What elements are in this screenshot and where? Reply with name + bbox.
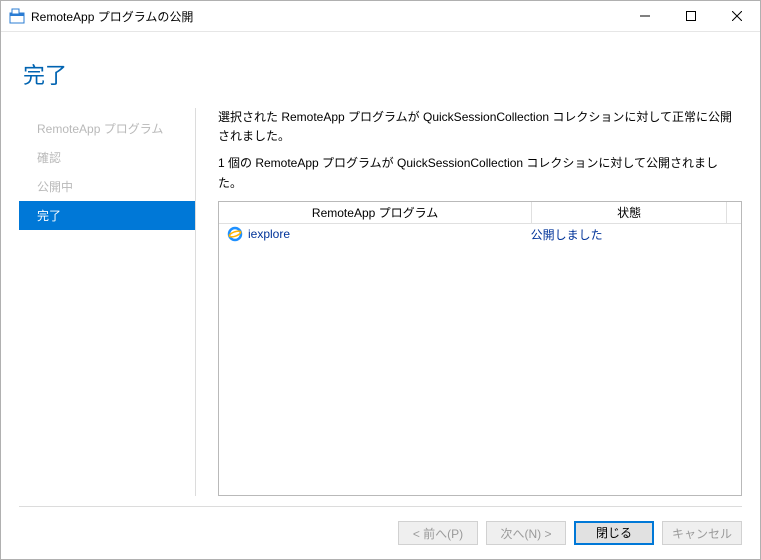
- window-title: RemoteApp プログラムの公開: [31, 8, 622, 25]
- step-confirm: 確認: [19, 143, 195, 172]
- step-complete[interactable]: 完了: [19, 201, 195, 230]
- table-header: RemoteApp プログラム 状態: [219, 202, 741, 224]
- table-row[interactable]: iexplore 公開しました: [219, 224, 741, 245]
- page-heading: 完了: [19, 32, 742, 108]
- step-publishing: 公開中: [19, 172, 195, 201]
- result-message-2: 1 個の RemoteApp プログラムが QuickSessionCollec…: [218, 154, 742, 200]
- col-header-state[interactable]: 状態: [532, 202, 727, 224]
- col-header-spacer: [727, 202, 741, 224]
- close-button[interactable]: [714, 1, 760, 31]
- titlebar: RemoteApp プログラムの公開: [1, 1, 760, 32]
- minimize-button[interactable]: [622, 1, 668, 31]
- main-panel: 選択された RemoteApp プログラムが QuickSessionColle…: [218, 108, 742, 496]
- next-button: 次へ(N) >: [486, 521, 566, 545]
- vertical-divider: [195, 108, 196, 496]
- result-message-1: 選択された RemoteApp プログラムが QuickSessionColle…: [218, 108, 742, 154]
- cancel-button: キャンセル: [662, 521, 742, 545]
- cell-state: 公開しました: [531, 226, 733, 243]
- cell-program: iexplore: [227, 226, 531, 242]
- program-name: iexplore: [248, 227, 290, 241]
- close-wizard-button[interactable]: 閉じる: [574, 521, 654, 545]
- prev-button: < 前へ(P): [398, 521, 478, 545]
- programs-table: RemoteApp プログラム 状態 iexplore: [218, 201, 742, 496]
- wizard-steps: RemoteApp プログラム 確認 公開中 完了: [19, 108, 195, 496]
- ie-icon: [227, 226, 243, 242]
- window-controls: [622, 1, 760, 31]
- body-row: RemoteApp プログラム 確認 公開中 完了 選択された RemoteAp…: [19, 108, 742, 506]
- app-icon: [9, 8, 25, 24]
- step-remoteapp: RemoteApp プログラム: [19, 114, 195, 143]
- content: 完了 RemoteApp プログラム 確認 公開中 完了 選択された Remot…: [1, 32, 760, 559]
- maximize-button[interactable]: [668, 1, 714, 31]
- col-header-program[interactable]: RemoteApp プログラム: [219, 202, 532, 224]
- footer-buttons: < 前へ(P) 次へ(N) > 閉じる キャンセル: [19, 506, 742, 559]
